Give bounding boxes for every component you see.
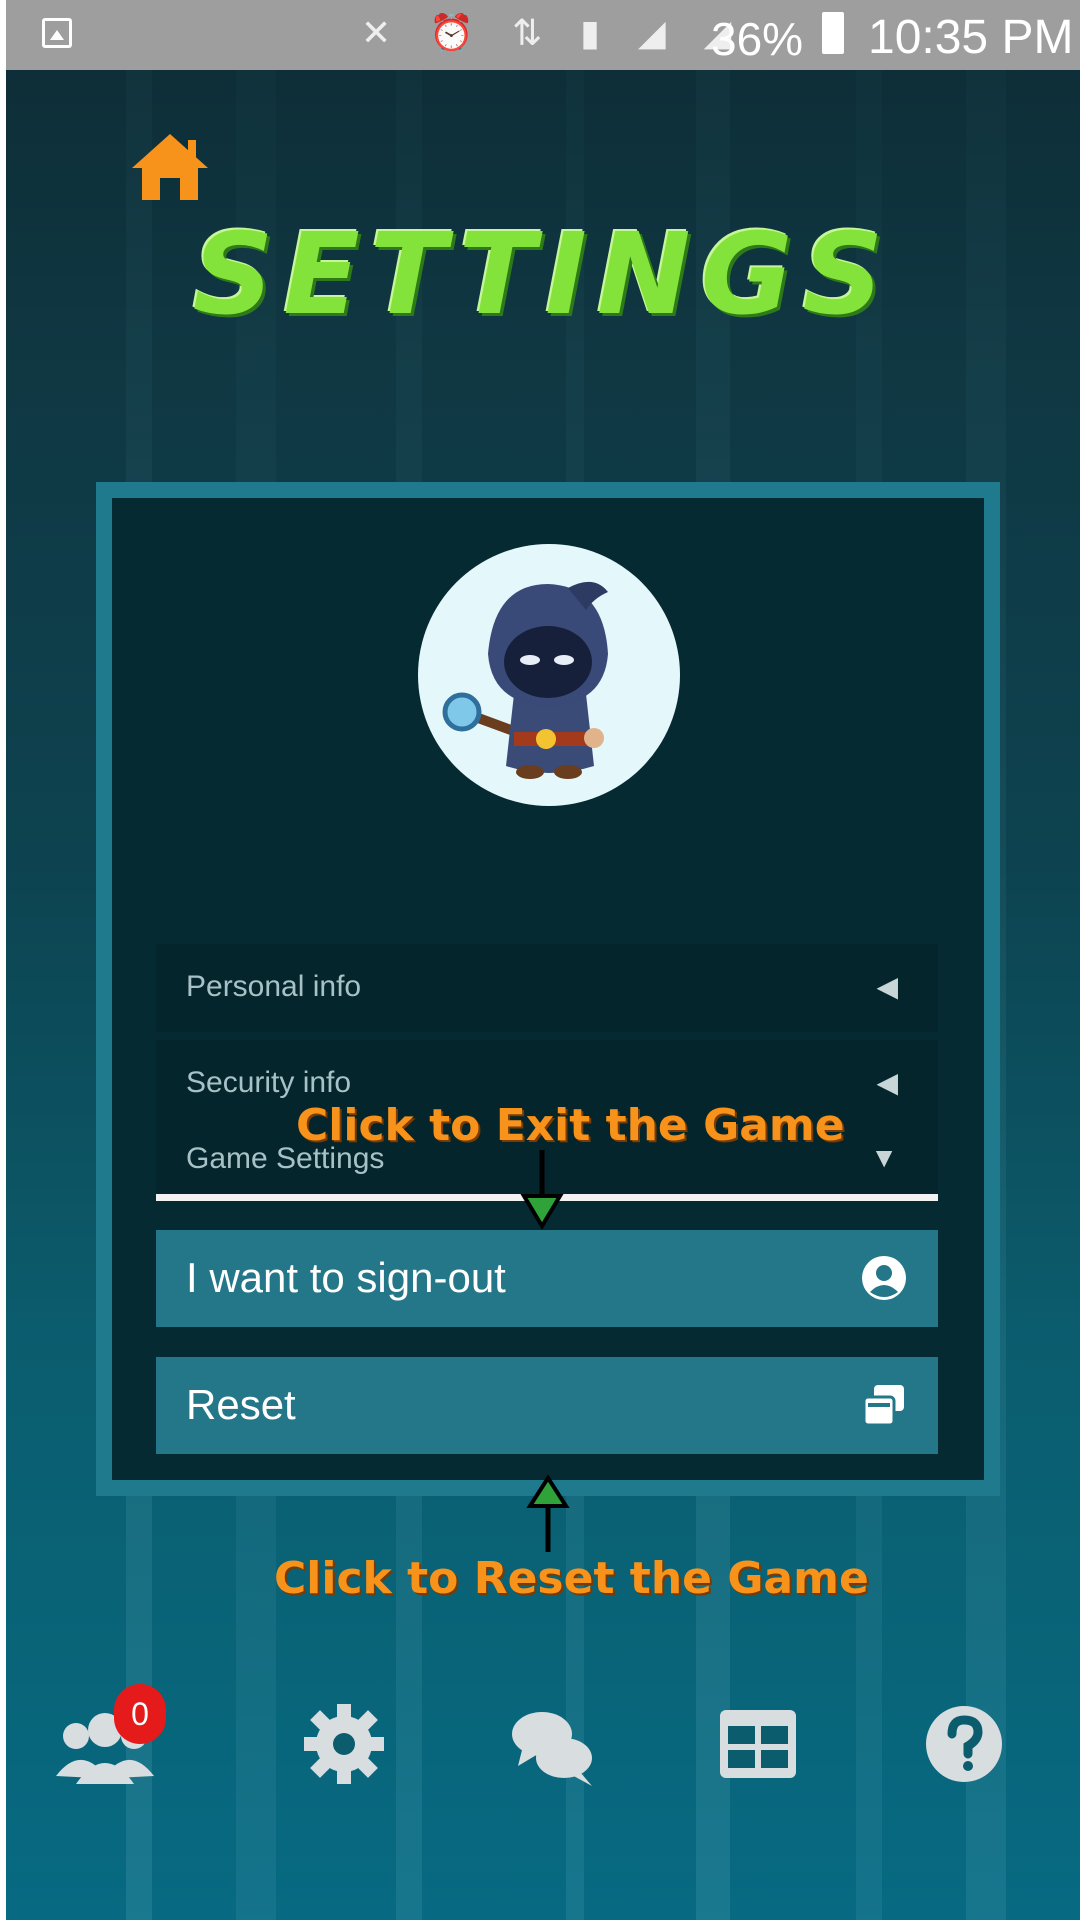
bottom-nav	[6, 1700, 1080, 1820]
sign-out-button[interactable]: I want to sign-out	[156, 1230, 938, 1327]
accordion-personal-info[interactable]: Personal info ◀	[156, 944, 938, 1032]
battery-charging-icon	[822, 12, 844, 54]
hooded-wizard-avatar	[442, 581, 608, 779]
chevron-left-icon: ◀	[876, 1067, 898, 1098]
screen: ✕ ⏰ ⇅ ▮ ◢ ◢ 36% 10:35 PM SETTINGS Person…	[6, 0, 1080, 1920]
clock: 10:35 PM	[868, 11, 1074, 64]
page-title: SETTINGS	[192, 210, 894, 340]
accordion-label: Security info	[186, 1066, 352, 1099]
chevron-down-icon: ▼	[870, 1142, 898, 1173]
settings-panel: Personal info ◀ Security info ◀ Game Set…	[96, 482, 1000, 1496]
image-icon	[42, 18, 72, 48]
avatar[interactable]	[418, 544, 680, 806]
exit-hint-label: Click to Exit the Game	[296, 1100, 845, 1151]
friends-badge: 0	[114, 1684, 166, 1744]
status-bar: ✕ ⏰ ⇅ ▮ ◢ ◢ 36% 10:35 PM	[6, 0, 1080, 70]
status-icons: ✕ ⏰ ⇅ ▮ ◢ ◢	[361, 12, 746, 53]
reset-hint-label: Click to Reset the Game	[274, 1553, 869, 1604]
reset-label: Reset	[186, 1381, 296, 1428]
battery-percentage: 36%	[711, 13, 804, 65]
chat-icon[interactable]	[508, 1700, 598, 1800]
arrow-down-icon	[520, 1150, 564, 1230]
grid-table-icon[interactable]	[718, 1700, 798, 1800]
settings-panel-body: Personal info ◀ Security info ◀ Game Set…	[112, 498, 984, 1480]
sign-out-label: I want to sign-out	[186, 1254, 506, 1301]
windows-restore-icon	[862, 1385, 904, 1427]
accordion-label: Personal info	[186, 970, 362, 1003]
arrow-up-icon	[526, 1474, 570, 1552]
home-icon[interactable]	[130, 132, 210, 202]
user-circle-icon	[862, 1256, 906, 1300]
help-icon[interactable]	[924, 1700, 1004, 1800]
chevron-left-icon: ◀	[876, 971, 898, 1002]
reset-button[interactable]: Reset	[156, 1357, 938, 1454]
settings-gear-icon[interactable]	[304, 1700, 404, 1800]
